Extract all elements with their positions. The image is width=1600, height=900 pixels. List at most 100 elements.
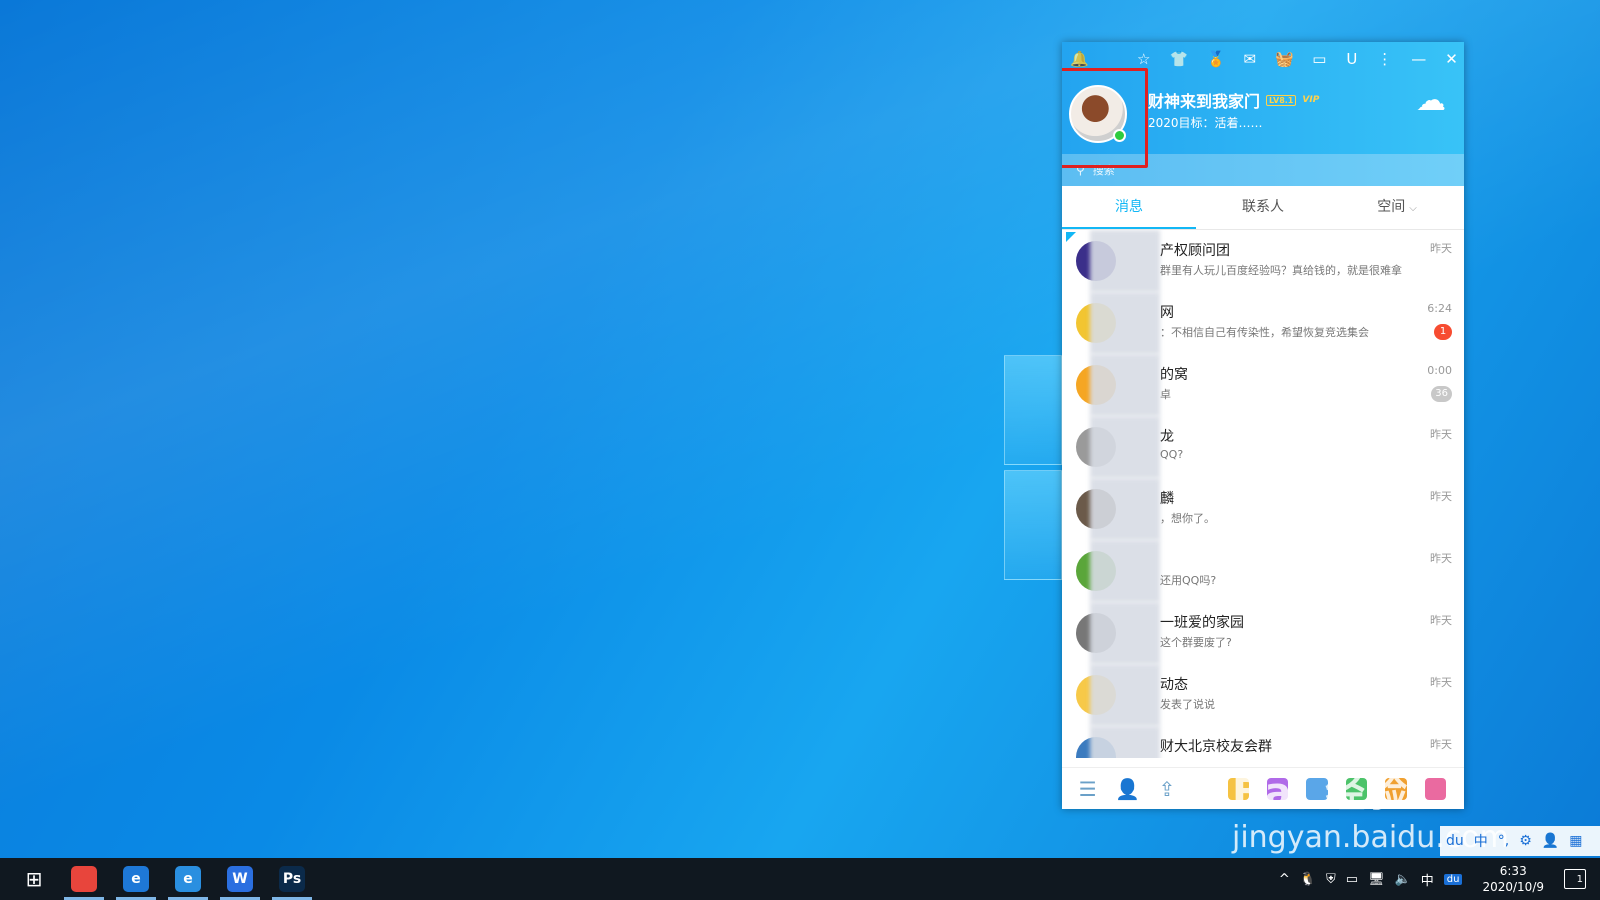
conversation-time: 昨天 [1430,490,1452,503]
taskbar-app-wps[interactable]: W [214,858,266,900]
mail-icon[interactable]: ✉ [1243,50,1257,68]
more-icon[interactable]: ⋮ [1377,50,1392,68]
windows-logo-pane [1004,355,1062,465]
baidu-input-icon[interactable]: du [1443,873,1463,885]
wallet-icon[interactable]: ▭ [1312,50,1326,68]
privacy-blur [1090,354,1160,416]
qq-header: 🔔 ☆ 👕 🏅 ✉ 🧺 ▭ U ⋮ — ✕ 财神来到我家门 LV8.1 VIP … [1062,42,1464,168]
main-menu-icon[interactable]: ☰ [1076,777,1099,801]
windows-start-icon[interactable]: ⊞ [10,858,58,900]
clock-time: 6:33 [1499,864,1527,878]
ime-item[interactable]: °, [1498,833,1509,849]
nickname[interactable]: 财神来到我家门 LV8.1 VIP [1148,88,1319,112]
ie-icon: e [175,866,201,892]
conversation-item[interactable]: 麟 ，想你了。 昨天 [1062,478,1464,540]
basket-icon[interactable]: 🧺 [1275,50,1294,68]
taskbar: ⊞ e e W Ps ^ 🐧 ⛨ ▭ 🖥 🔈 中 du 6:33 2020/10/9 … [0,858,1600,900]
conversation-time: 昨天 [1430,242,1452,255]
conversation-item[interactable]: 龙 QQ? 昨天 [1062,416,1464,478]
conversation-time: 昨天 [1430,676,1452,689]
volume-icon[interactable]: 🔈 [1395,872,1411,887]
signature[interactable]: 2020目标：活着…… [1148,114,1263,131]
conversation-time: 昨天 [1430,428,1452,441]
level-badge[interactable]: LV8.1 [1266,94,1297,106]
bell-icon[interactable]: 🔔 [1070,50,1089,68]
conversation-time: 6:24 [1427,302,1452,315]
conversation-item[interactable]: 的窝卓 0:00 36 [1062,354,1464,416]
weather-cloud-icon[interactable]: ☁ [1408,86,1454,122]
qq-main-window: 🔔 ☆ 👕 🏅 ✉ 🧺 ▭ U ⋮ — ✕ 财神来到我家门 LV8.1 VIP … [1062,42,1464,809]
conversation-item[interactable]: 一班爱的家园 这个群要废了? 昨天 [1062,602,1464,664]
tab-messages[interactable]: 消息 [1062,186,1196,229]
shirt-icon[interactable]: 👕 [1169,50,1188,68]
notification-center-icon[interactable]: 1 [1564,869,1586,889]
file-transfer-icon[interactable]: ⇪ [1155,777,1178,801]
chevron-up-icon[interactable]: ^ [1279,872,1290,887]
ime-item[interactable]: ▦ [1569,833,1582,849]
conversation-preview: QQ? [1160,448,1184,461]
taskbar-app-ie[interactable]: e [162,858,214,900]
taskbar-app-photoshop[interactable]: Ps [266,858,318,900]
tray-app-icon[interactable]: 🐧 [1300,872,1316,887]
chevron-down-icon[interactable]: ⌵ [1409,203,1417,214]
conversation-time: 昨天 [1430,552,1452,565]
ime-toolbar[interactable]: du 中 °, ⚙ 👤 ▦ [1440,826,1600,856]
conversation-item[interactable]: 产权顾问团群里有人玩儿百度经验吗？真给钱的，就是很难拿 昨天 [1062,230,1464,292]
conversation-preview: ，想你了。 [1160,512,1215,525]
online-status-icon[interactable] [1113,129,1126,142]
taskbar-app-edge[interactable]: e [110,858,162,900]
medal-icon[interactable]: 🏅 [1206,50,1225,68]
close-icon[interactable]: ✕ [1445,50,1458,68]
conversation-list: 产权顾问团 群里有人玩儿百度经验吗？真给钱的，就是很难拿 昨天网：不相信自己有传染性… [1062,230,1464,758]
privacy-blur [1090,292,1160,354]
conversation-title: 的窝 [1160,367,1188,383]
weiyun-icon[interactable]: U [1345,50,1358,68]
conversation-title: 龙 [1160,429,1174,445]
tray-shield-icon[interactable]: ⛨ [1326,872,1336,887]
vip-badge[interactable]: VIP [1302,95,1319,105]
conversation-title: 一班爱的家园 [1160,615,1244,631]
taskbar-app-chrome[interactable] [58,858,110,900]
conversation-preview: 卓 [1160,388,1171,401]
photoshop-icon: Ps [279,866,305,892]
ime-item[interactable]: du [1446,833,1464,849]
tab-qzone[interactable]: 空间 ⌵ [1330,186,1464,229]
tab-label: 空间 [1377,199,1406,215]
conversation-item[interactable]: 财大北京校友会群 昨天 [1062,726,1464,758]
main-tabs: 消息 联系人 空间 ⌵ [1062,186,1464,230]
battery-icon[interactable]: ▭ [1346,872,1358,887]
ime-item[interactable]: ⚙ [1519,833,1532,849]
qq-toolbar: 🔔 ☆ 👕 🏅 ✉ 🧺 ▭ U ⋮ — ✕ [1070,48,1458,70]
conversation-title: 产权顾问团 [1160,243,1230,259]
conversation-title: 麟 [1160,491,1174,507]
network-icon[interactable]: 🖥 [1368,872,1385,887]
minimize-icon[interactable]: — [1411,50,1426,68]
live-icon[interactable] [1424,777,1447,800]
pinned-corner-icon [1066,232,1076,242]
conversation-preview: ：不相信自己有传染性，希望恢复竞选集会 [1160,326,1369,339]
ime-item[interactable]: 👤 [1542,833,1559,849]
tab-contacts[interactable]: 联系人 [1196,186,1330,229]
tab-label: 联系人 [1242,199,1284,215]
ime-item[interactable]: 中 [1474,831,1488,851]
conversation-preview: 这个群要废了? [1160,636,1232,649]
conversation-time: 0:00 [1427,364,1452,377]
taskbar-apps: e e W Ps [58,858,318,900]
clock[interactable]: 6:33 2020/10/9 [1482,863,1544,895]
conversation-preview: 发表了说说 [1160,698,1215,711]
conversation-item[interactable]: 还用QQ吗? 昨天 [1062,540,1464,602]
conversation-item[interactable]: 网 ：不相信自己有传染性，希望恢复竞选集会 6:24 1 [1062,292,1464,354]
conversation-time: 昨天 [1430,614,1452,627]
conversation-title: 动态 [1160,677,1188,693]
privacy-blur [1090,540,1160,602]
conversation-item[interactable]: 动态发表了说说 昨天 [1062,664,1464,726]
notification-count: 1 [1576,874,1583,885]
add-friend-icon[interactable]: 👤 [1115,777,1140,801]
edge-icon: e [123,866,149,892]
star-icon[interactable]: ☆ [1137,50,1150,68]
nickname-text: 财神来到我家门 [1148,92,1261,111]
clock-date: 2020/10/9 [1482,880,1544,894]
input-method-indicator[interactable]: 中 [1421,870,1434,889]
conversation-preview: 群里有人玩儿百度经验吗？真给钱的，就是很难拿 [1160,264,1402,277]
windows-logo-pane [1004,470,1062,580]
